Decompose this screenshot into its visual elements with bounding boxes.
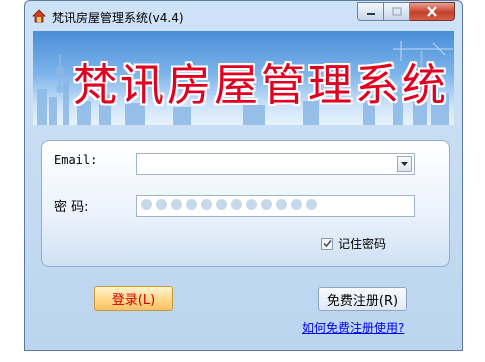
password-dot [261,199,272,210]
remember-password-option[interactable]: 记住密码 [321,235,386,252]
close-button[interactable] [410,2,455,21]
password-field[interactable] [136,195,415,217]
house-app-icon [32,9,46,23]
banner-title: 梵讯房屋管理系统 [73,60,449,111]
password-dot [141,199,152,210]
remember-checkbox[interactable] [321,237,333,250]
password-dot [276,199,287,210]
header-banner: 梵讯房屋管理系统 [33,31,454,125]
register-button[interactable]: 免费注册(R) [318,287,407,311]
title-bar[interactable]: 梵讯房屋管理系统(v4.4) [25,1,462,31]
window-title: 梵讯房屋管理系统(v4.4) [52,11,184,25]
password-dot [156,199,167,210]
minimize-button[interactable] [357,2,384,21]
password-dot [306,199,317,210]
login-button[interactable]: 登录(L) [94,286,173,311]
email-dropdown-button[interactable] [397,156,412,172]
password-dot [216,199,227,210]
caption-buttons [357,2,455,22]
email-label: Email: [54,153,98,167]
password-dot [246,199,257,210]
email-combobox[interactable] [136,153,415,175]
password-dot [171,199,182,210]
password-dot [231,199,242,210]
minimize-icon [366,12,375,15]
maximize-icon [391,7,402,16]
how-to-register-link[interactable]: 如何免费注册使用? [302,319,404,336]
close-icon [427,6,437,17]
password-label: 密 码: [54,200,89,215]
password-dot [291,199,302,210]
chevron-down-icon [401,162,408,166]
maximize-button[interactable] [384,2,410,21]
checkmark-icon [322,240,332,248]
password-dot [201,199,212,210]
remember-label: 记住密码 [338,237,387,251]
password-mask [141,199,317,210]
password-dot [186,199,197,210]
